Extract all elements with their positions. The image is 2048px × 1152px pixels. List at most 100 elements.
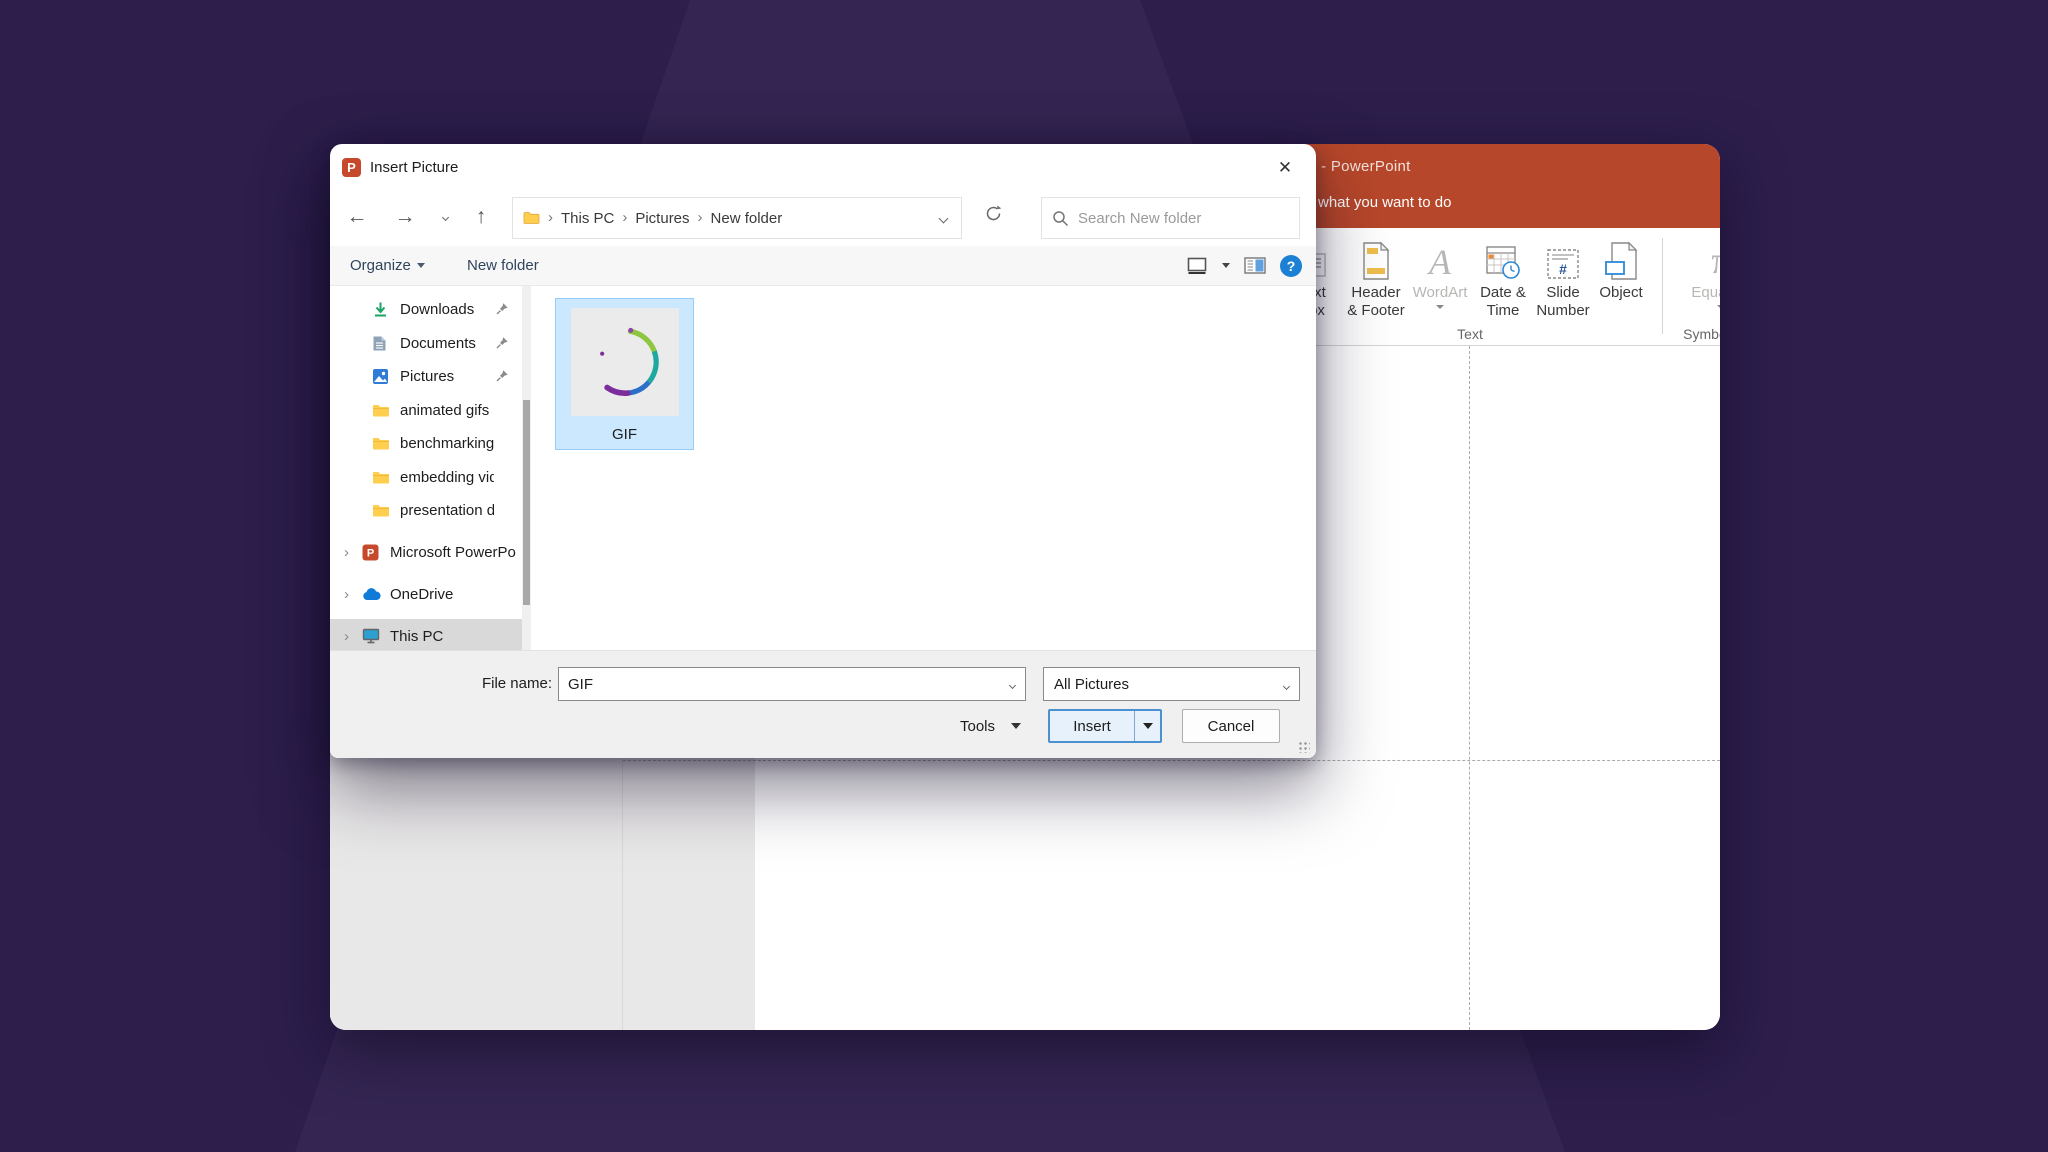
breadcrumb-new-folder[interactable]: New folder <box>711 210 783 227</box>
pin-icon <box>495 336 509 350</box>
dialog-title: Insert Picture <box>370 159 458 176</box>
breadcrumb-sep-icon: › <box>548 209 553 226</box>
object-button[interactable]: Object <box>1592 234 1650 338</box>
new-folder-button[interactable]: New folder <box>467 257 539 274</box>
sidebar-item-presentation[interactable]: presentation des <box>330 493 522 527</box>
object-icon <box>1604 234 1638 280</box>
search-icon <box>1052 210 1069 227</box>
ribbon-group-text-label: Text <box>1330 326 1610 342</box>
resize-grip[interactable] <box>1298 741 1310 753</box>
search-box[interactable] <box>1041 197 1300 239</box>
pin-icon <box>495 302 509 316</box>
slide-number-icon: # <box>1546 234 1580 280</box>
tools-button[interactable]: Tools <box>960 709 1021 743</box>
onedrive-icon <box>362 588 381 601</box>
sidebar-item-documents[interactable]: Documents <box>330 326 522 360</box>
pin-icon <box>495 369 509 383</box>
gif-thumbnail <box>571 308 679 416</box>
breadcrumb-this-pc[interactable]: This PC <box>561 210 614 227</box>
sidebar-item-microsoft-powerpoint[interactable]: › P Microsoft PowerPo <box>330 535 522 569</box>
refresh-icon[interactable] <box>984 204 1003 228</box>
insert-picture-dialog: P Insert Picture ✕ ← → ↑ › This PC › Pic… <box>330 144 1316 758</box>
back-icon[interactable]: ← <box>340 198 374 236</box>
recent-locations-chevron-icon[interactable] <box>434 198 456 236</box>
sidebar-scrollbar[interactable] <box>522 286 531 650</box>
dialog-footer: File name: All Pictures Tools Insert Can… <box>330 650 1316 758</box>
breadcrumb-sep-icon: › <box>622 209 627 226</box>
sidebar-item-animated-gifs[interactable]: animated gifs <box>330 393 522 427</box>
slide-number-button[interactable]: # SlideNumber <box>1534 234 1592 338</box>
breadcrumb-sep-icon: › <box>698 209 703 226</box>
view-options-caret-icon[interactable] <box>1222 263 1230 268</box>
file-name-chevron-icon[interactable] <box>1010 675 1015 693</box>
folder-icon <box>372 470 390 485</box>
cancel-button[interactable]: Cancel <box>1182 709 1280 743</box>
file-name-combo[interactable] <box>558 667 1026 701</box>
tools-caret-icon <box>1011 723 1021 729</box>
wordart-dropdown-caret <box>1436 305 1444 309</box>
expand-chevron-icon[interactable]: › <box>344 544 349 561</box>
breadcrumb-pictures[interactable]: Pictures <box>635 210 689 227</box>
equation-button[interactable]: π Equation <box>1676 234 1720 338</box>
folder-icon <box>372 503 390 518</box>
date-time-icon <box>1485 234 1521 280</box>
header-footer-icon <box>1360 234 1392 280</box>
wordart-button[interactable]: A WordArt <box>1408 234 1472 338</box>
file-name-input[interactable] <box>559 676 1010 693</box>
dialog-titlebar[interactable]: P Insert Picture ✕ <box>330 144 1316 190</box>
dialog-toolbar: Organize New folder ? <box>330 246 1316 286</box>
sidebar-item-this-pc[interactable]: › This PC <box>330 619 522 650</box>
powerpoint-title: 1 - PowerPoint <box>1308 158 1411 175</box>
expand-chevron-icon[interactable]: › <box>344 586 349 603</box>
this-pc-icon <box>362 628 380 644</box>
file-type-select[interactable]: All Pictures <box>1043 667 1300 701</box>
scrollbar-thumb[interactable] <box>523 400 530 605</box>
placeholder-border-horizontal <box>623 760 1720 761</box>
help-icon[interactable]: ? <box>1280 255 1302 277</box>
powerpoint-icon: P <box>362 544 379 561</box>
documents-icon <box>372 335 387 352</box>
date-time-button[interactable]: Date &Time <box>1472 234 1534 338</box>
folder-icon <box>372 436 390 451</box>
forward-icon[interactable]: → <box>388 198 422 236</box>
wordart-icon: A <box>1429 234 1451 280</box>
insert-button[interactable]: Insert <box>1048 709 1162 743</box>
ribbon-group-symbols-label: Symbols <box>1670 326 1720 342</box>
folder-icon <box>372 403 390 418</box>
file-browser-body: Downloads Documents Pictures animated gi… <box>330 286 1316 650</box>
ribbon-group-separator <box>1662 238 1663 334</box>
organize-caret-icon <box>417 263 425 268</box>
expand-chevron-icon[interactable]: › <box>344 628 349 645</box>
equation-icon: π <box>1711 234 1720 280</box>
sidebar-item-pictures[interactable]: Pictures <box>330 359 522 393</box>
address-dropdown-chevron-icon[interactable] <box>940 209 947 227</box>
preview-pane-icon[interactable] <box>1244 257 1266 274</box>
svg-text:P: P <box>367 547 374 559</box>
insert-dropdown-button[interactable] <box>1134 711 1160 741</box>
search-input[interactable] <box>1078 210 1278 227</box>
insert-caret-icon <box>1143 723 1153 729</box>
placeholder-border-vertical <box>1469 346 1470 1030</box>
folder-icon <box>523 211 540 225</box>
navigation-bar: ← → ↑ › This PC › Pictures › New folder <box>330 190 1316 246</box>
navigation-pane: Downloads Documents Pictures animated gi… <box>330 286 522 650</box>
equation-dropdown-caret <box>1717 305 1720 309</box>
sidebar-item-benchmarking[interactable]: benchmarking sc <box>330 426 522 460</box>
up-icon[interactable]: ↑ <box>464 198 498 236</box>
powerpoint-app-icon: P <box>342 158 361 177</box>
file-tile-gif[interactable]: GIF <box>555 298 694 450</box>
change-view-icon[interactable] <box>1187 257 1208 275</box>
svg-text:#: # <box>1559 261 1567 277</box>
sidebar-item-embedding[interactable]: embedding vide <box>330 460 522 494</box>
sidebar-item-onedrive[interactable]: › OneDrive <box>330 577 522 611</box>
pictures-icon <box>372 368 389 385</box>
tell-me-bar[interactable]: what you want to do <box>1318 194 1451 211</box>
address-bar[interactable]: › This PC › Pictures › New folder <box>512 197 962 239</box>
sidebar-item-downloads[interactable]: Downloads <box>330 292 522 326</box>
downloads-icon <box>372 301 389 318</box>
close-icon[interactable]: ✕ <box>1270 153 1300 183</box>
file-type-chevron-icon <box>1284 676 1289 693</box>
organize-button[interactable]: Organize <box>350 257 425 274</box>
file-name-label: GIF <box>556 426 693 443</box>
file-name-field-label: File name: <box>430 675 552 692</box>
